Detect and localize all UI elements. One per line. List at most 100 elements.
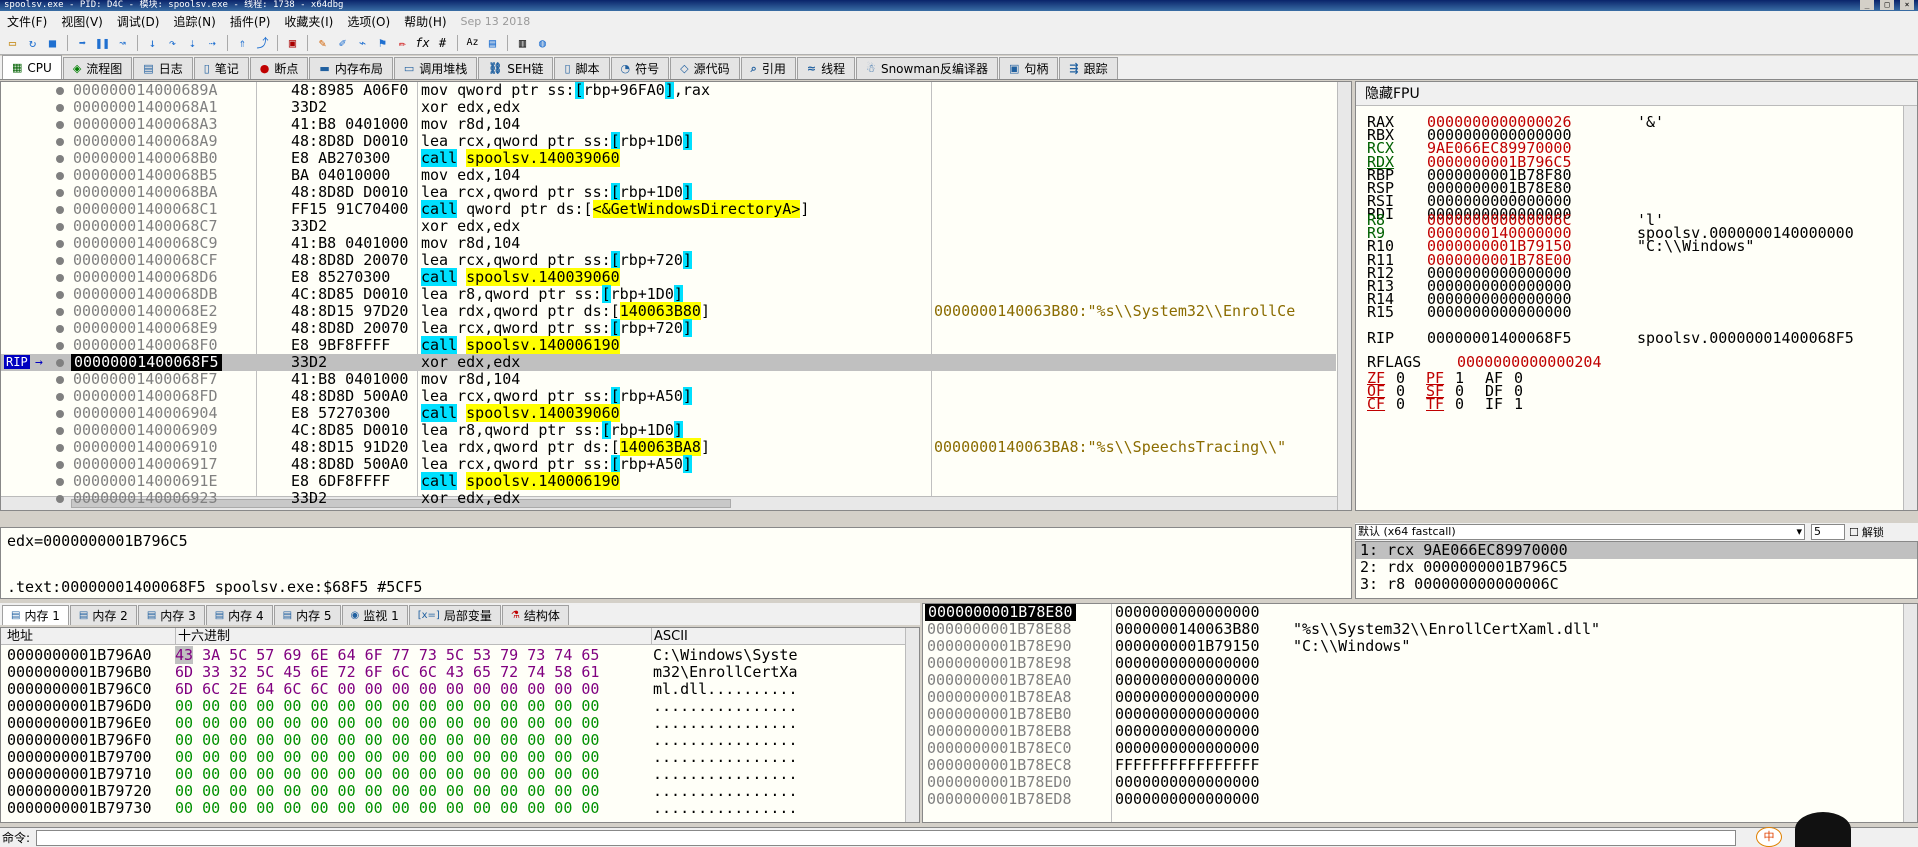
flag-name[interactable]: CF [1367,396,1396,412]
trace-over-icon[interactable]: ⇢ [204,34,221,51]
tab-item[interactable]: ● 断点 [249,57,309,79]
disasm-row[interactable]: 00000001400068E9 48:8D8D 20070 lea rcx,qwo… [1,319,1336,337]
stack-row[interactable]: 0000000001B78E98 0000000000000000 [923,655,1903,672]
breakpoint-dot-icon[interactable] [56,223,64,231]
disasm-row[interactable]: 00000001400068DB 4C:8D85 D0010 lea r8,qwor… [1,285,1336,303]
menu-item[interactable]: 视图(V) [54,13,110,30]
tab-item[interactable]: ◔ 符号 [610,57,670,79]
tab-item[interactable]: ≈ 线程 [796,57,856,79]
register-row[interactable]: R15 0000000000000000 [1367,304,1572,320]
step-over-icon[interactable]: ↷ [164,34,181,51]
breakpoint-dot-icon[interactable] [56,155,64,163]
argument-row[interactable]: 2: rdx 0000000001B796C5 [1356,559,1917,576]
dump-tab[interactable]: ⚗ 结构体 [501,605,569,625]
registers-scrollbar[interactable] [1903,106,1917,510]
stack-row[interactable]: 0000000001B78E88 0000000140063B80 "%s\\Sys… [923,621,1903,638]
dump-row[interactable]: 0000000001B79730 00 00 00 00 00 00 00 00 … [1,800,907,817]
stack-row[interactable]: 0000000001B78EB0 0000000000000000 [923,706,1903,723]
open-icon[interactable]: ▭ [4,34,21,51]
dump-tab[interactable]: [x=] 局部变量 [408,605,501,625]
disasm-row[interactable]: 00000001400068F7 41:B8 0401000 mov r8d,104 [1,371,1336,388]
minimize-button[interactable]: _ [1860,0,1874,10]
dump-row[interactable]: 0000000001B796A0 43 3A 5C 57 69 6E 64 6F … [1,646,907,664]
dump-tab[interactable]: ▤ 内存 5 [273,605,341,625]
dump-tab[interactable]: ▤ 内存 2 [69,605,137,625]
stack-row[interactable]: 0000000001B78EA0 0000000000000000 [923,672,1903,689]
breakpoint-dot-icon[interactable] [56,410,64,418]
disasm-row[interactable]: RIP → 00000001400068F5 33D2 xor edx,edx [1,354,1336,371]
breakpoint-dot-icon[interactable] [56,325,64,333]
breakpoint-dot-icon[interactable] [56,121,64,129]
breakpoint-dot-icon[interactable] [56,189,64,197]
dump-row[interactable]: 0000000001B79710 00 00 00 00 00 00 00 00 … [1,766,907,783]
menu-item[interactable]: 帮助(H) [397,13,453,30]
label-icon[interactable]: ⌁ [354,34,371,51]
tab-item[interactable]: ◇ 源代码 [670,57,740,79]
dump-col-ascii[interactable]: ASCII [651,628,688,645]
highlight-icon[interactable]: ✏ [394,34,411,51]
calculator-icon[interactable]: ▤ [484,34,501,51]
breakpoint-dot-icon[interactable] [56,240,64,248]
stop-icon[interactable]: ■ [44,34,61,51]
menu-item[interactable]: 追踪(N) [166,13,222,30]
command-input[interactable] [36,829,1737,846]
disasm-row[interactable]: 0000000140006909 4C:8D85 D0010 lea r8,qwor… [1,421,1336,439]
tab-item[interactable]: ▯ 笔记 [193,57,249,79]
notepad-icon[interactable]: ▥ [514,34,531,51]
tab-item[interactable]: ⌕ 引用 [740,57,796,79]
disasm-row[interactable]: 00000001400068D6 E8 85270300 call spoolsv.… [1,268,1336,286]
run-icon[interactable]: ➡ [74,34,91,51]
disasm-row[interactable]: 00000001400068F0 E8 9BF8FFFF call spoolsv.… [1,336,1336,354]
disasm-row[interactable]: 0000000140006904 E8 57270300 call spoolsv.… [1,404,1336,422]
breakpoint-dot-icon[interactable] [56,444,64,452]
tab-item[interactable]: ▭ 调用堆栈 [393,57,478,79]
breakpoint-dot-icon[interactable] [56,206,64,214]
disasm-vertical-scrollbar[interactable] [1337,82,1351,510]
disasm-row[interactable]: 000000014000689A 48:8985 A06F0 mov qword p… [1,82,1336,99]
breakpoint-dot-icon[interactable] [56,461,64,469]
breakpoint-dot-icon[interactable] [56,308,64,316]
disasm-row[interactable]: 00000001400068A3 41:B8 0401000 mov r8d,104 [1,116,1336,133]
stack-row[interactable]: 0000000001B78ED8 0000000000000000 [923,791,1903,808]
breakpoint-dot-icon[interactable] [56,104,64,112]
tab-item[interactable]: ▤ 日志 [133,57,193,79]
flag-name[interactable]: IF [1485,396,1514,412]
disasm-row[interactable]: 0000000140006923 33D2 xor edx,edx [1,490,1336,507]
breakpoint-dot-icon[interactable] [56,257,64,265]
unlock-checkbox[interactable]: ☐ [1849,526,1859,539]
stack-scrollbar[interactable] [1903,604,1917,822]
disasm-row[interactable]: 00000001400068E2 48:8D15 97D20 lea rdx,qwo… [1,302,1336,320]
breakpoint-dot-icon[interactable] [56,495,64,503]
strings-icon[interactable]: Az [464,34,481,51]
dump-row[interactable]: 0000000001B796E0 00 00 00 00 00 00 00 00 … [1,715,907,732]
disasm-row[interactable]: 00000001400068B5 BA 04010000 mov edx,104 [1,167,1336,184]
execute-till-return-icon[interactable]: ⇑ [234,34,251,51]
disasm-row[interactable]: 00000001400068C7 33D2 xor edx,edx [1,218,1336,235]
trace-into-icon[interactable]: ⇣ [184,34,201,51]
registers-pane[interactable]: 隐藏FPU RAX 0000000000000026 '&' RBX 000000000… [1355,81,1918,511]
tab-item[interactable]: ☃ Snowman反编译器 [856,57,998,79]
dump-col-hex[interactable]: 十六进制 [175,628,230,645]
breakpoint-dot-icon[interactable] [56,87,64,95]
register-row[interactable]: RIP 00000001400068F5 spoolsv.0000000140006… [1367,330,1854,346]
stack-row[interactable]: 0000000001B78EC0 0000000000000000 [923,740,1903,757]
dump-row[interactable]: 0000000001B796C0 6D 6C 2E 64 6C 6C 00 00 … [1,681,907,698]
tab-item[interactable]: ⇶ 跟踪 [1059,57,1118,79]
disasm-row[interactable]: 0000000140006910 48:8D15 91D20 lea rdx,qwo… [1,438,1336,456]
dump-row[interactable]: 0000000001B796B0 6D 33 32 5C 45 6E 72 6F … [1,664,907,681]
dump-tab[interactable]: ◉ 监视 1 [341,605,408,625]
bookmark-icon[interactable]: ⚑ [374,34,391,51]
breakpoint-dot-icon[interactable] [56,359,64,367]
scylla-icon[interactable]: ▣ [284,34,301,51]
dump-tab[interactable]: ▤ 内存 1 [2,605,69,625]
tab-item[interactable]: ▯ 脚本 [554,57,610,79]
breakpoint-dot-icon[interactable] [56,376,64,384]
dump-row[interactable]: 0000000001B796F0 00 00 00 00 00 00 00 00 … [1,732,907,749]
tab-item[interactable]: ▬ 内存布局 [309,57,393,79]
disasm-row[interactable]: 00000001400068B0 E8 AB270300 call spoolsv.… [1,149,1336,167]
dump-row[interactable]: 0000000001B79720 00 00 00 00 00 00 00 00 … [1,783,907,800]
ime-indicator[interactable]: 中 [1756,827,1782,847]
tab-item[interactable]: ◈ 流程图 [62,57,133,79]
argument-row[interactable]: 3: r8 000000000000006C [1356,576,1917,593]
animate-icon[interactable]: ↝ [114,34,131,51]
